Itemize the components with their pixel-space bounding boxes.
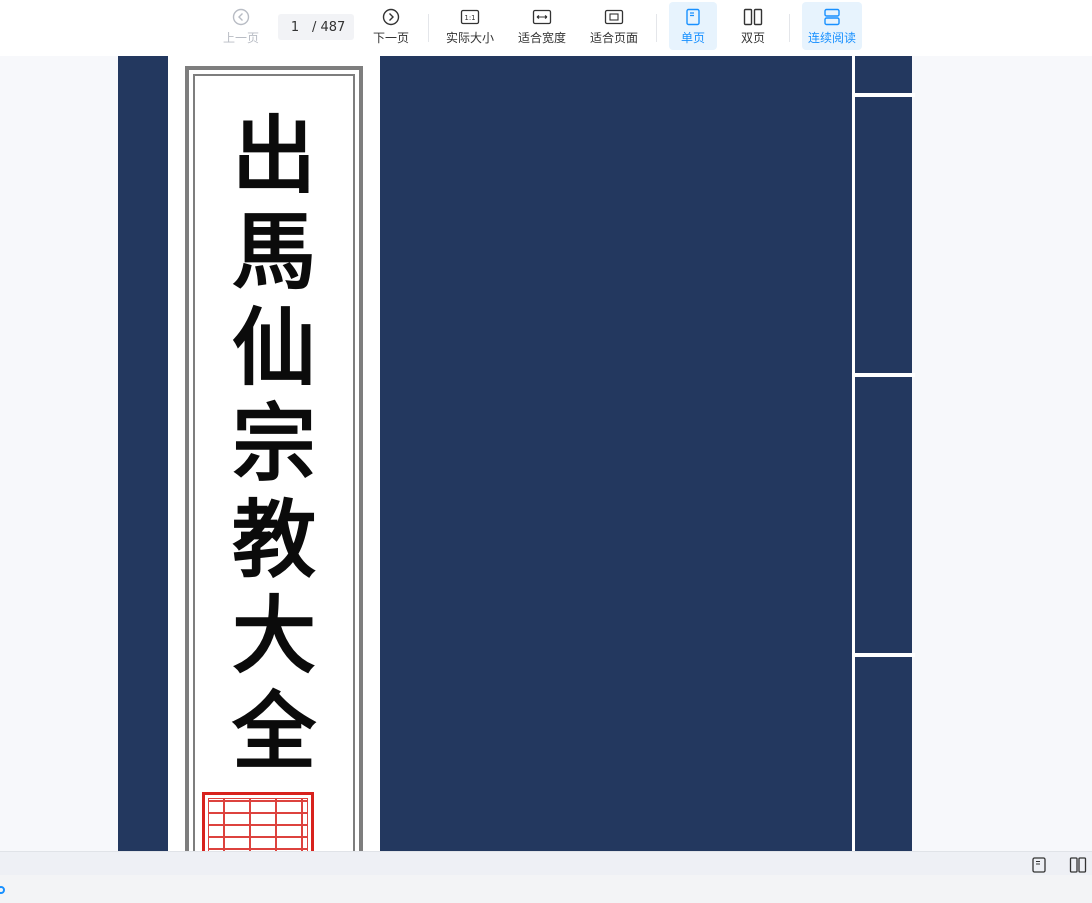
chevron-left-circle-icon — [232, 7, 250, 27]
title-char: 全 — [231, 682, 316, 781]
binding-stitch — [855, 653, 915, 657]
continuous-reading-button[interactable]: 连续阅读 — [802, 2, 862, 50]
title-char: 宗 — [231, 394, 316, 493]
toolbar-divider — [428, 14, 429, 42]
actual-size-button[interactable]: 1:1 实际大小 — [442, 2, 498, 50]
toolbar-divider — [789, 14, 790, 42]
page-indicator: / 487 — [278, 14, 354, 40]
fit-page-label: 适合页面 — [589, 30, 638, 45]
chevron-right-circle-icon — [382, 7, 400, 27]
double-page-icon[interactable] — [1069, 856, 1087, 874]
title-char: 大 — [231, 586, 316, 685]
single-page-label: 单页 — [680, 30, 705, 45]
single-page-icon — [685, 7, 701, 27]
actual-size-icon: 1:1 — [460, 7, 480, 27]
actual-size-icon-text: 1:1 — [464, 14, 475, 22]
seal-pattern — [208, 798, 308, 851]
pdf-reader-app: 上一页 / 487 下一页 1:1 实际大小 适合宽度 — [0, 0, 1092, 903]
toolbar-divider — [656, 14, 657, 42]
status-bar — [0, 851, 1092, 875]
title-frame: 出 馬 仙 宗 教 大 全 — [185, 66, 363, 851]
fit-width-icon — [532, 7, 552, 27]
status-dot-icon — [0, 886, 5, 894]
title-slip: 出 馬 仙 宗 教 大 全 — [168, 56, 380, 851]
title-char: 馬 — [231, 202, 316, 301]
title-char: 仙 — [231, 298, 316, 397]
double-page-button[interactable]: 双页 — [729, 2, 777, 50]
title-frame-inner: 出 馬 仙 宗 教 大 全 — [193, 74, 355, 851]
continuous-scroll-icon — [823, 7, 841, 27]
double-page-icon — [743, 7, 763, 27]
single-page-button[interactable]: 单页 — [669, 2, 717, 50]
single-page-icon[interactable] — [1030, 856, 1048, 874]
document-page: 出 馬 仙 宗 教 大 全 — [118, 56, 915, 851]
binding-stitch — [855, 373, 915, 377]
fit-page-button[interactable]: 适合页面 — [586, 2, 642, 50]
fit-page-icon — [604, 7, 624, 27]
actual-size-label: 实际大小 — [445, 30, 494, 45]
fit-width-label: 适合宽度 — [517, 30, 566, 45]
document-viewer[interactable]: 出 馬 仙 宗 教 大 全 — [0, 56, 1092, 851]
footer-area — [0, 875, 1092, 903]
binding-stitch — [855, 93, 915, 97]
fit-width-button[interactable]: 适合宽度 — [514, 2, 570, 50]
book-binding — [852, 56, 915, 851]
current-page-input[interactable] — [278, 15, 312, 39]
book-title: 出 馬 仙 宗 教 大 全 — [195, 108, 353, 780]
prev-page-button[interactable]: 上一页 — [218, 2, 264, 50]
toolbar: 上一页 / 487 下一页 1:1 实际大小 适合宽度 — [0, 0, 1092, 56]
red-seal-stamp — [202, 792, 314, 851]
double-page-label: 双页 — [740, 30, 765, 45]
next-page-label: 下一页 — [372, 30, 409, 45]
title-char: 出 — [231, 106, 316, 205]
next-page-button[interactable]: 下一页 — [368, 2, 414, 50]
total-pages: / 487 — [312, 19, 346, 35]
continuous-reading-label: 连续阅读 — [807, 30, 856, 45]
prev-page-label: 上一页 — [222, 30, 259, 45]
title-char: 教 — [231, 490, 316, 589]
